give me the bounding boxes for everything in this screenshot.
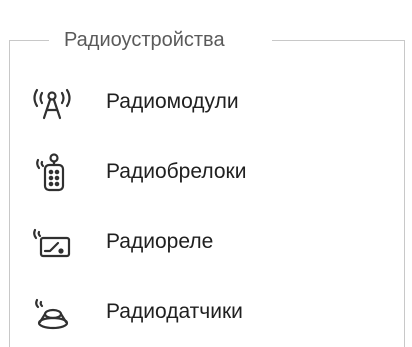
header-divider-right: [272, 40, 405, 41]
menu-item-label: Радиореле: [106, 230, 214, 253]
radio-relay-icon: [28, 218, 76, 266]
key-fob-icon: [28, 148, 76, 196]
menu-item-radio-sensors[interactable]: Радиодатчики: [28, 288, 388, 336]
menu-item-radio-keyfobs[interactable]: Радиобрелоки: [28, 148, 388, 196]
header-divider-left: [9, 40, 49, 41]
menu-item-radio-relays[interactable]: Радиореле: [28, 218, 388, 266]
menu-item-label: Радиобрелоки: [106, 160, 247, 183]
menu-item-radio-modules[interactable]: Радиомодули: [28, 78, 388, 126]
menu-item-label: Радиодатчики: [106, 300, 243, 323]
menu-item-label: Радиомодули: [106, 90, 239, 113]
radio-antenna-icon: [28, 78, 76, 126]
radio-sensor-icon: [28, 288, 76, 336]
section-title: Радиоустройства: [52, 29, 237, 51]
